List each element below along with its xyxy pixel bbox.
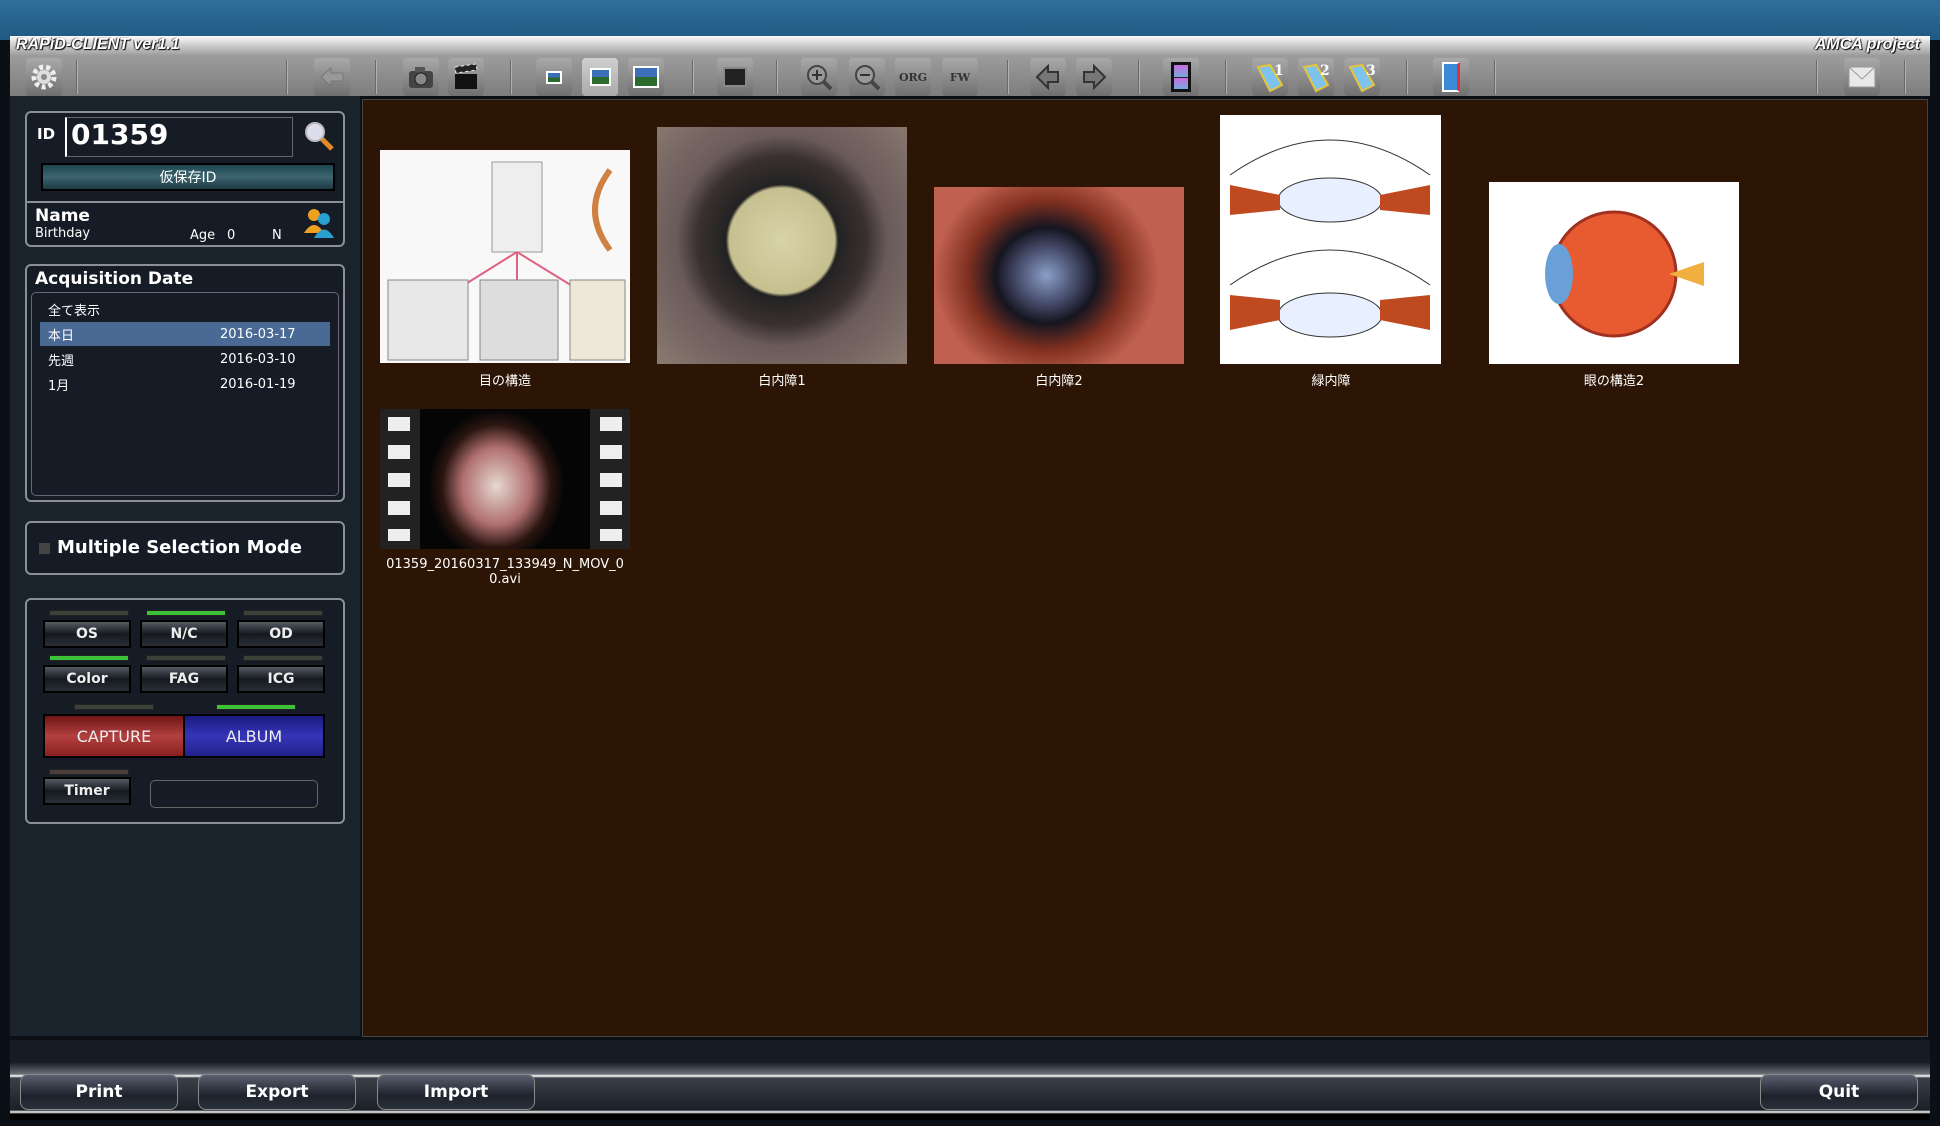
multi-select-checkbox[interactable] — [39, 543, 50, 554]
thumbnail-label: 眼の構造2 — [1583, 374, 1645, 389]
age-value: 0 — [227, 228, 236, 243]
film-strip-icon — [388, 417, 410, 541]
timer-button[interactable]: Timer — [43, 777, 131, 805]
svg-text:2: 2 — [1320, 63, 1330, 79]
project-label: AMCA project — [1814, 36, 1920, 53]
patient-info-box: ID 01359 仮保存ID Name Birthday Age 0 N — [25, 111, 345, 247]
film-icon[interactable] — [1163, 58, 1199, 96]
nc-button[interactable]: N/C — [140, 620, 228, 648]
image-small-icon[interactable] — [536, 58, 572, 96]
image-large-icon[interactable] — [628, 58, 664, 96]
thumbnail-label: 緑内障 — [1311, 374, 1351, 389]
previous-icon[interactable] — [1030, 58, 1066, 96]
fw-button[interactable]: FW — [942, 58, 978, 96]
gallery-icon[interactable] — [717, 58, 753, 96]
id-label: ID — [37, 125, 56, 143]
next-icon[interactable] — [1076, 58, 1112, 96]
tag-2-icon[interactable]: 2 — [1298, 58, 1334, 96]
acquisition-list: 全て表示 本日 2016-03-17 先週 2016-03-10 1月 2016-01… — [31, 292, 339, 496]
thumbnail-cataract-1[interactable] — [657, 127, 907, 364]
title-bar: RAPiD-CLIENT ver1.1 AMCA project — [10, 36, 1930, 56]
list-item-january[interactable]: 1月 2016-01-19 — [40, 372, 330, 396]
quit-button[interactable]: Quit — [1760, 1074, 1918, 1110]
app-title: RAPiD-CLIENT ver1.1 — [16, 36, 180, 53]
id-input[interactable]: 01359 — [65, 117, 293, 157]
print-button[interactable]: Print — [20, 1074, 178, 1110]
capture-button[interactable]: CAPTURE — [43, 714, 185, 758]
list-item-today[interactable]: 本日 2016-03-17 — [40, 322, 330, 346]
gallery-panel: 目の構造 白内障1 白内障2 緑内障 眼の構造2 01359_20160317_… — [362, 99, 1928, 1037]
video-label: 01359_20160317_133949_N_MOV_00.avi — [386, 557, 624, 587]
thumbnail-eye-structure-2[interactable] — [1489, 182, 1739, 364]
notebook-icon[interactable] — [1433, 58, 1469, 96]
album-button[interactable]: ALBUM — [183, 714, 325, 758]
age-label: Age — [190, 228, 216, 243]
os-button[interactable]: OS — [43, 620, 131, 648]
timer-field[interactable] — [150, 780, 318, 808]
fag-button[interactable]: FAG — [140, 665, 228, 693]
mail-icon[interactable] — [1844, 58, 1880, 96]
org-button[interactable]: ORG — [895, 58, 931, 96]
patient-icon[interactable] — [302, 205, 336, 239]
acquisition-date-box: Acquisition Date 全て表示 本日 2016-03-17 先週 201… — [25, 264, 345, 502]
color-button[interactable]: Color — [43, 665, 131, 693]
toolbar: ORG FW 1 2 3 — [10, 56, 1930, 96]
multi-select-label: Multiple Selection Mode — [57, 537, 303, 558]
tag-1-icon[interactable]: 1 — [1252, 58, 1288, 96]
multi-select-box[interactable]: Multiple Selection Mode — [25, 521, 345, 575]
thumbnail-label: 目の構造 — [478, 374, 531, 389]
name-label: Name — [35, 206, 90, 226]
list-item-last-week[interactable]: 先週 2016-03-10 — [40, 347, 330, 371]
gear-icon[interactable] — [26, 58, 62, 96]
svg-text:3: 3 — [1366, 63, 1376, 79]
thumbnail-video[interactable] — [380, 409, 630, 549]
mode-controls-box: OS N/C OD Color FAG ICG CAPTURE ALBUM Ti… — [25, 598, 345, 824]
clapperboard-icon[interactable] — [448, 58, 484, 96]
left-panel: ID 01359 仮保存ID Name Birthday Age 0 N Acq… — [10, 96, 360, 1036]
icg-button[interactable]: ICG — [237, 665, 325, 693]
camera-icon[interactable] — [403, 58, 439, 96]
thumbnail-eye-structure[interactable] — [380, 150, 630, 363]
birthday-label: Birthday — [35, 226, 91, 241]
thumbnail-label: 白内障1 — [758, 374, 806, 389]
thumbnail-cataract-2[interactable] — [934, 187, 1184, 364]
zoom-in-icon[interactable] — [801, 58, 837, 96]
svg-text:1: 1 — [1274, 63, 1284, 79]
zoom-out-icon[interactable] — [849, 58, 885, 96]
image-medium-icon[interactable] — [582, 58, 618, 96]
tag-3-icon[interactable]: 3 — [1344, 58, 1380, 96]
back-arrow-icon[interactable] — [314, 58, 350, 96]
export-button[interactable]: Export — [198, 1074, 356, 1110]
sex-value: N — [272, 228, 282, 243]
acquisition-title: Acquisition Date — [35, 269, 194, 289]
thumbnail-glaucoma[interactable] — [1220, 115, 1441, 364]
import-button[interactable]: Import — [377, 1074, 535, 1110]
film-strip-icon — [600, 417, 622, 541]
search-icon[interactable] — [302, 119, 336, 153]
temp-id-button[interactable]: 仮保存ID — [41, 163, 335, 191]
list-item-all[interactable]: 全て表示 — [40, 297, 330, 321]
thumbnail-label: 白内障2 — [1035, 374, 1083, 389]
od-button[interactable]: OD — [237, 620, 325, 648]
